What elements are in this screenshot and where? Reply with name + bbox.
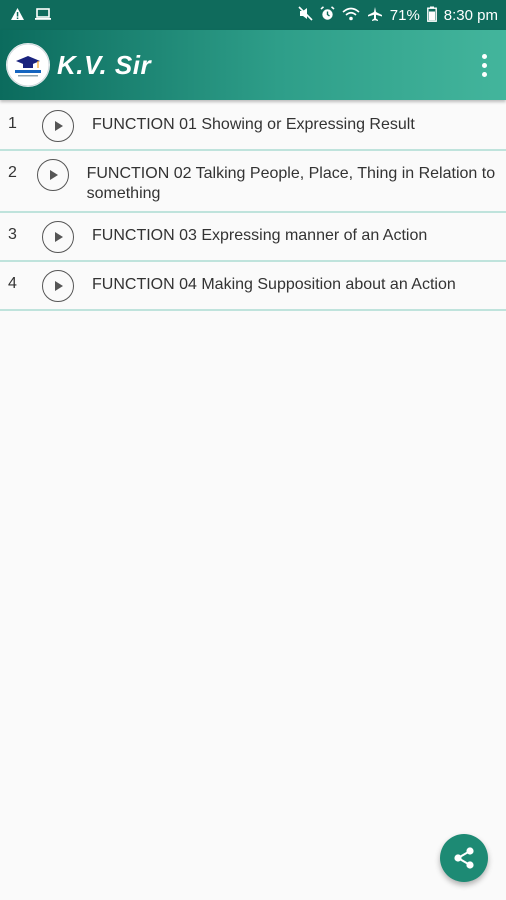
- status-left: [10, 7, 52, 24]
- airplane-icon: [367, 6, 383, 25]
- play-button[interactable]: [36, 159, 69, 191]
- status-bar: 71% 8:30 pm: [0, 0, 506, 30]
- wifi-icon: [342, 7, 360, 24]
- play-icon: [55, 121, 63, 131]
- graduation-cap-logo-icon: [6, 43, 50, 87]
- list-item[interactable]: 3 FUNCTION 03 Expressing manner of an Act…: [0, 213, 506, 262]
- item-number: 3: [8, 226, 17, 243]
- play-icon: [49, 170, 58, 180]
- item-title: FUNCTION 01 Showing or Expressing Result: [92, 116, 415, 133]
- play-icon: [55, 232, 63, 242]
- item-title: FUNCTION 02 Talking People, Place, Thing…: [86, 165, 496, 202]
- status-right: 71% 8:30 pm: [298, 6, 498, 25]
- list-item[interactable]: 1 FUNCTION 01 Showing or Expressing Resul…: [0, 102, 506, 151]
- app-title: K.V. Sir: [57, 49, 152, 80]
- play-button[interactable]: [42, 110, 74, 142]
- item-title: FUNCTION 04 Making Supposition about an …: [92, 276, 456, 293]
- battery-icon: [426, 6, 437, 25]
- item-number: 1: [8, 115, 17, 132]
- status-time: 8:30 pm: [443, 6, 498, 24]
- alarm-icon: [320, 6, 335, 24]
- play-button[interactable]: [42, 221, 74, 253]
- battery-percent: 71%: [389, 6, 420, 24]
- list-item[interactable]: 2 FUNCTION 02 Talking People, Place, Thin…: [0, 151, 506, 213]
- play-icon: [55, 281, 63, 291]
- laptop-icon: [34, 7, 52, 24]
- item-number: 2: [8, 164, 17, 181]
- mute-icon: [298, 6, 313, 24]
- app-bar: K.V. Sir: [0, 30, 506, 100]
- warning-icon: [10, 7, 25, 24]
- item-number: 4: [8, 275, 17, 292]
- overflow-menu-icon[interactable]: [472, 45, 496, 85]
- item-title: FUNCTION 03 Expressing manner of an Acti…: [92, 227, 428, 244]
- list-item[interactable]: 4 FUNCTION 04 Making Supposition about an…: [0, 262, 506, 311]
- share-icon: [454, 847, 474, 869]
- play-button[interactable]: [42, 270, 74, 302]
- function-list: 1 FUNCTION 01 Showing or Expressing Resul…: [0, 102, 506, 311]
- share-button[interactable]: [440, 834, 488, 882]
